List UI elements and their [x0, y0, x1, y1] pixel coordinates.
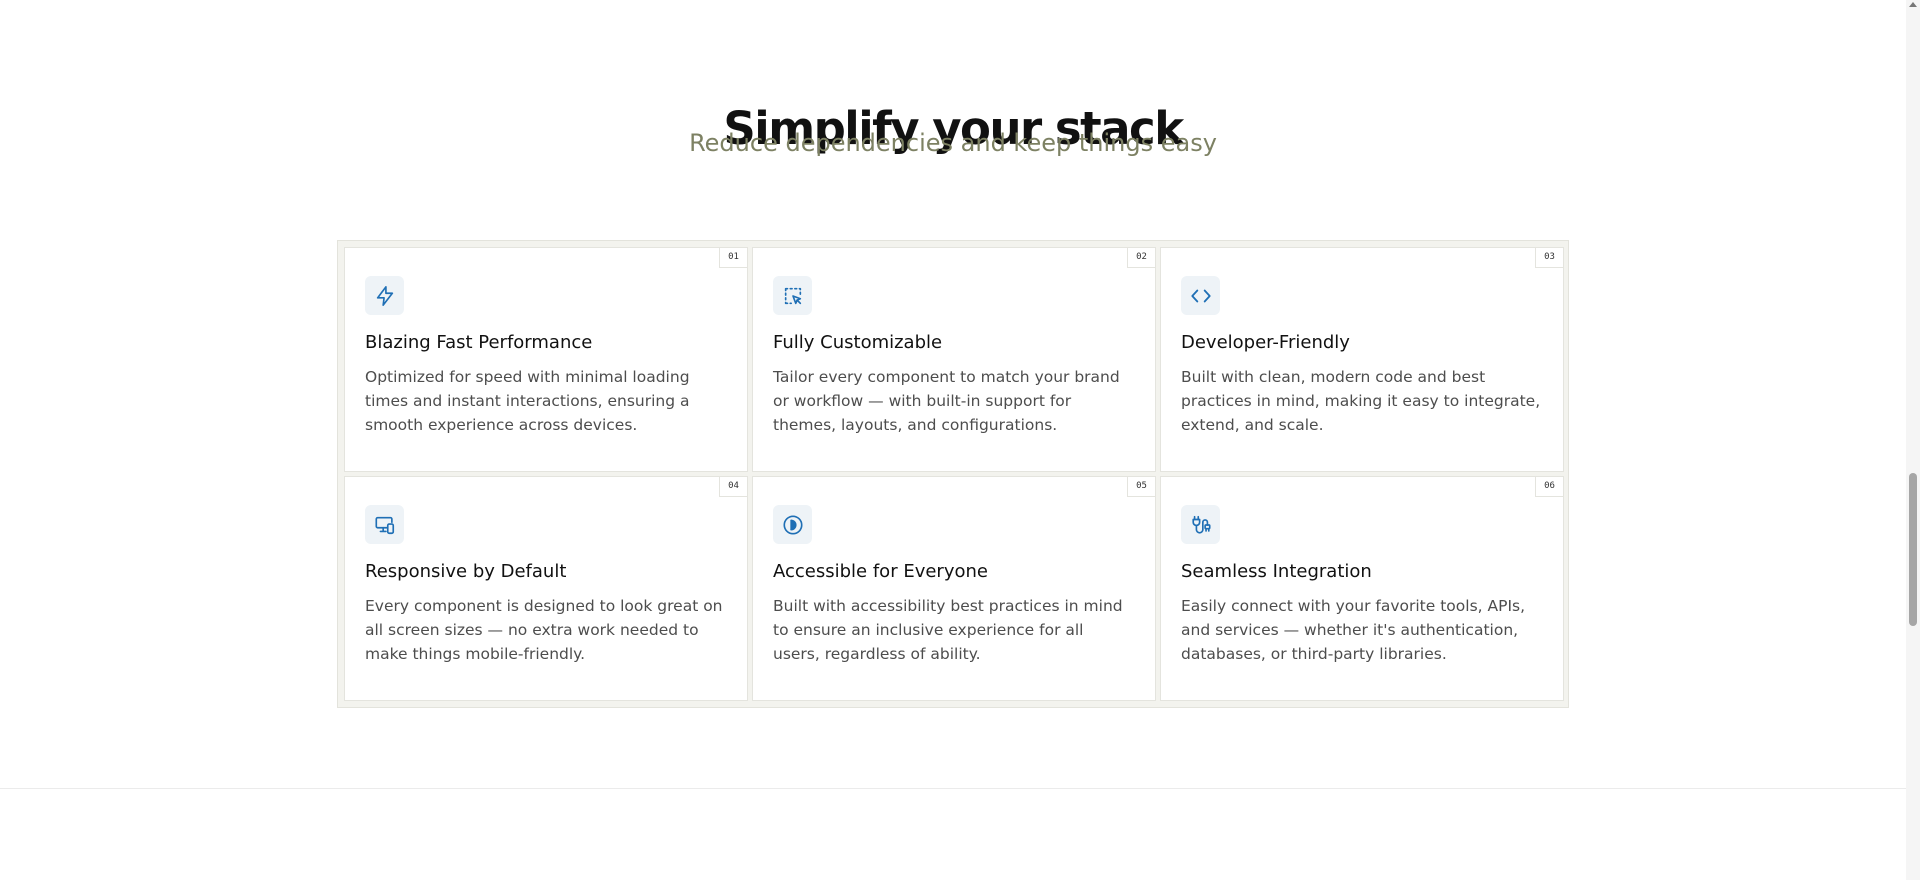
feature-card: 03 Developer-Friendly Built with clean, …: [1160, 247, 1564, 472]
section-divider: [0, 788, 1906, 789]
feature-description: Tailor every component to match your bra…: [773, 368, 1120, 434]
feature-card: 06 Seamless Integration Easily connect w…: [1160, 476, 1564, 701]
vertical-scrollbar[interactable]: [1906, 0, 1920, 880]
feature-title: Seamless Integration: [1181, 561, 1372, 582]
feature-title: Blazing Fast Performance: [365, 332, 593, 353]
scroll-up-arrow-icon[interactable]: [1909, 2, 1917, 7]
devices-icon: [365, 505, 404, 544]
feature-card: 02 Fully Customizable Tailor every compo…: [752, 247, 1156, 472]
feature-description: Built with accessibility best practices …: [773, 597, 1123, 663]
feature-description: Built with clean, modern code and best p…: [1181, 368, 1541, 434]
feature-card: 01 Blazing Fast Performance Optimized fo…: [344, 247, 748, 472]
feature-title: Responsive by Default: [365, 561, 567, 582]
feature-card: 05 Accessible for Everyone Built with ac…: [752, 476, 1156, 701]
feature-description: Every component is designed to look grea…: [365, 597, 723, 663]
feature-card: 04 Responsive by Default Every component…: [344, 476, 748, 701]
code-icon: [1181, 276, 1220, 315]
page: Simplify your stack Reduce dependencies …: [0, 0, 1906, 880]
selection-pointer-icon: [773, 276, 812, 315]
feature-description: Easily connect with your favorite tools,…: [1181, 597, 1526, 663]
feature-number: 06: [1535, 477, 1563, 497]
lightning-icon: [365, 276, 404, 315]
feature-description: Optimized for speed with minimal loading…: [365, 368, 690, 434]
plug-icon: [1181, 505, 1220, 544]
feature-number: 03: [1535, 248, 1563, 268]
scrollbar-thumb[interactable]: [1909, 473, 1917, 626]
feature-title: Accessible for Everyone: [773, 561, 988, 582]
feature-title: Fully Customizable: [773, 332, 943, 353]
feature-number: 04: [719, 477, 747, 497]
feature-number: 02: [1127, 248, 1155, 268]
feature-title: Developer-Friendly: [1181, 332, 1350, 353]
feature-number: 05: [1127, 477, 1155, 497]
accessibility-icon: [773, 505, 812, 544]
features-grid: 01 Blazing Fast Performance Optimized fo…: [337, 240, 1569, 708]
section-subtitle: Reduce dependencies and keep things easy: [689, 129, 1217, 157]
feature-number: 01: [719, 248, 747, 268]
